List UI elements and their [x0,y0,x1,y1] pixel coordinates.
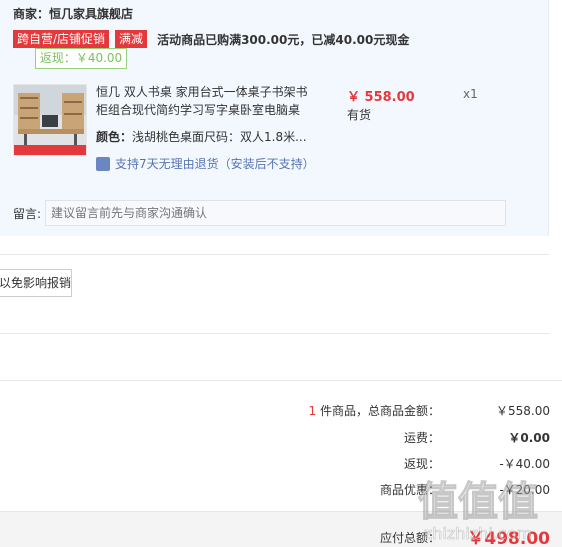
desk-image-icon [14,85,86,155]
divider [0,333,549,334]
order-panel: 商家：恒几家具旗舰店 跨自营/店铺促销 满减 活动商品已购满300.00元，已减… [0,0,549,236]
attr-label: 颜色： [96,130,133,144]
invoice-button[interactable]: 以免影响报销 [0,269,72,297]
product-price: ￥ 558.00 [347,90,415,105]
returns-policy[interactable]: 支持7天无理由退货（安装后不支持） [96,155,315,172]
watermark-logo-icon: 值值值 zhizhizhi.com [417,478,538,543]
returns-icon [96,156,110,171]
attr-value: 浅胡桃色桌面尺码：双人1.8米... [132,130,307,144]
shop-name[interactable]: 商家：恒几家具旗舰店 [13,5,133,22]
shipping-value: ￥0.00 [508,431,550,445]
promo-tag-cross-store: 跨自营/店铺促销 [13,30,110,48]
message-input[interactable] [45,200,506,226]
returns-text: 支持7天无理由退货（安装后不支持） [115,157,315,171]
item-count-suffix: 件商品，总商品金额： [316,404,440,418]
promo-text: 活动商品已购满300.00元，已减40.00元现金 [157,32,410,47]
product-name-link[interactable]: 恒几 双人书桌 家用台式一体桌子书架书柜组合现代简约学习写字桌卧室电脑桌 [96,83,318,119]
product-quantity: x1 [463,87,478,101]
divider [0,380,562,381]
product-attributes: 颜色：浅胡桃色桌面尺码：双人1.8米... [96,128,308,146]
goods-total-label: 1 件商品，总商品金额： [309,402,440,419]
message-label: 留言: [13,207,42,221]
product-thumbnail[interactable] [13,84,87,156]
watermark-site: zhizhizhi.com [424,524,532,543]
goods-total-value: ￥558.00 [496,404,550,418]
site-watermark: 值值值 zhizhizhi.com [398,467,558,547]
promo-tag-discount: 满减 [115,30,148,48]
shipping-label: 运费： [403,431,440,445]
stock-status: 有货 [347,108,372,122]
divider [0,254,549,255]
rebate-badge: 返现：￥40.00 [35,48,127,69]
promo-row: 跨自营/店铺促销 满减 活动商品已购满300.00元，已减40.00元现金 [13,30,409,48]
watermark-text: 值值值 [418,479,538,525]
